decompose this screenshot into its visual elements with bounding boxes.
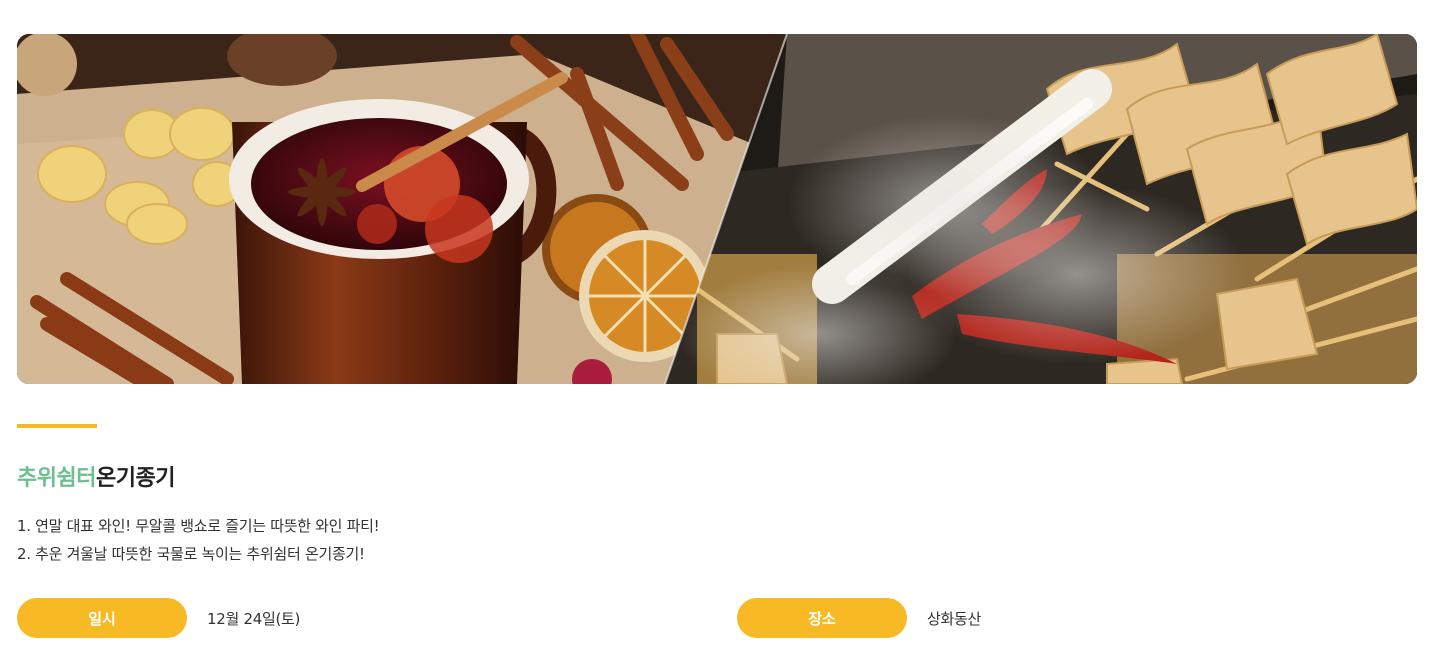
event-title-rest: 온기종기 — [95, 466, 175, 491]
event-title: 추위쉼터온기종기 — [17, 464, 175, 494]
event-title-highlight: 추위쉼터 — [17, 466, 96, 491]
place-label-badge: 장소 — [737, 598, 907, 638]
description-item: 1. 연말 대표 와인! 무알콜 뱅쇼로 즐기는 따뜻한 와인 파티! — [17, 517, 380, 535]
fish-cake-skewers-photo — [665, 34, 1417, 384]
description-item: 2. 추운 겨울날 따뜻한 국물로 녹이는 추위쉼터 온기종기! — [17, 545, 365, 563]
event-banner — [17, 34, 1417, 384]
date-info: 일시 12월 24일(토) — [17, 598, 300, 638]
place-info: 장소 상화동산 — [737, 598, 981, 638]
event-description-list: 1. 연말 대표 와인! 무알콜 뱅쇼로 즐기는 따뜻한 와인 파티! 2. 추… — [17, 512, 380, 568]
date-label-badge: 일시 — [17, 598, 187, 638]
event-card: 추위쉼터온기종기 1. 연말 대표 와인! 무알콜 뱅쇼로 즐기는 따뜻한 와인… — [0, 0, 1438, 671]
place-value: 상화동산 — [927, 609, 982, 628]
date-value: 12월 24일(토) — [207, 609, 301, 628]
accent-divider — [17, 424, 97, 428]
